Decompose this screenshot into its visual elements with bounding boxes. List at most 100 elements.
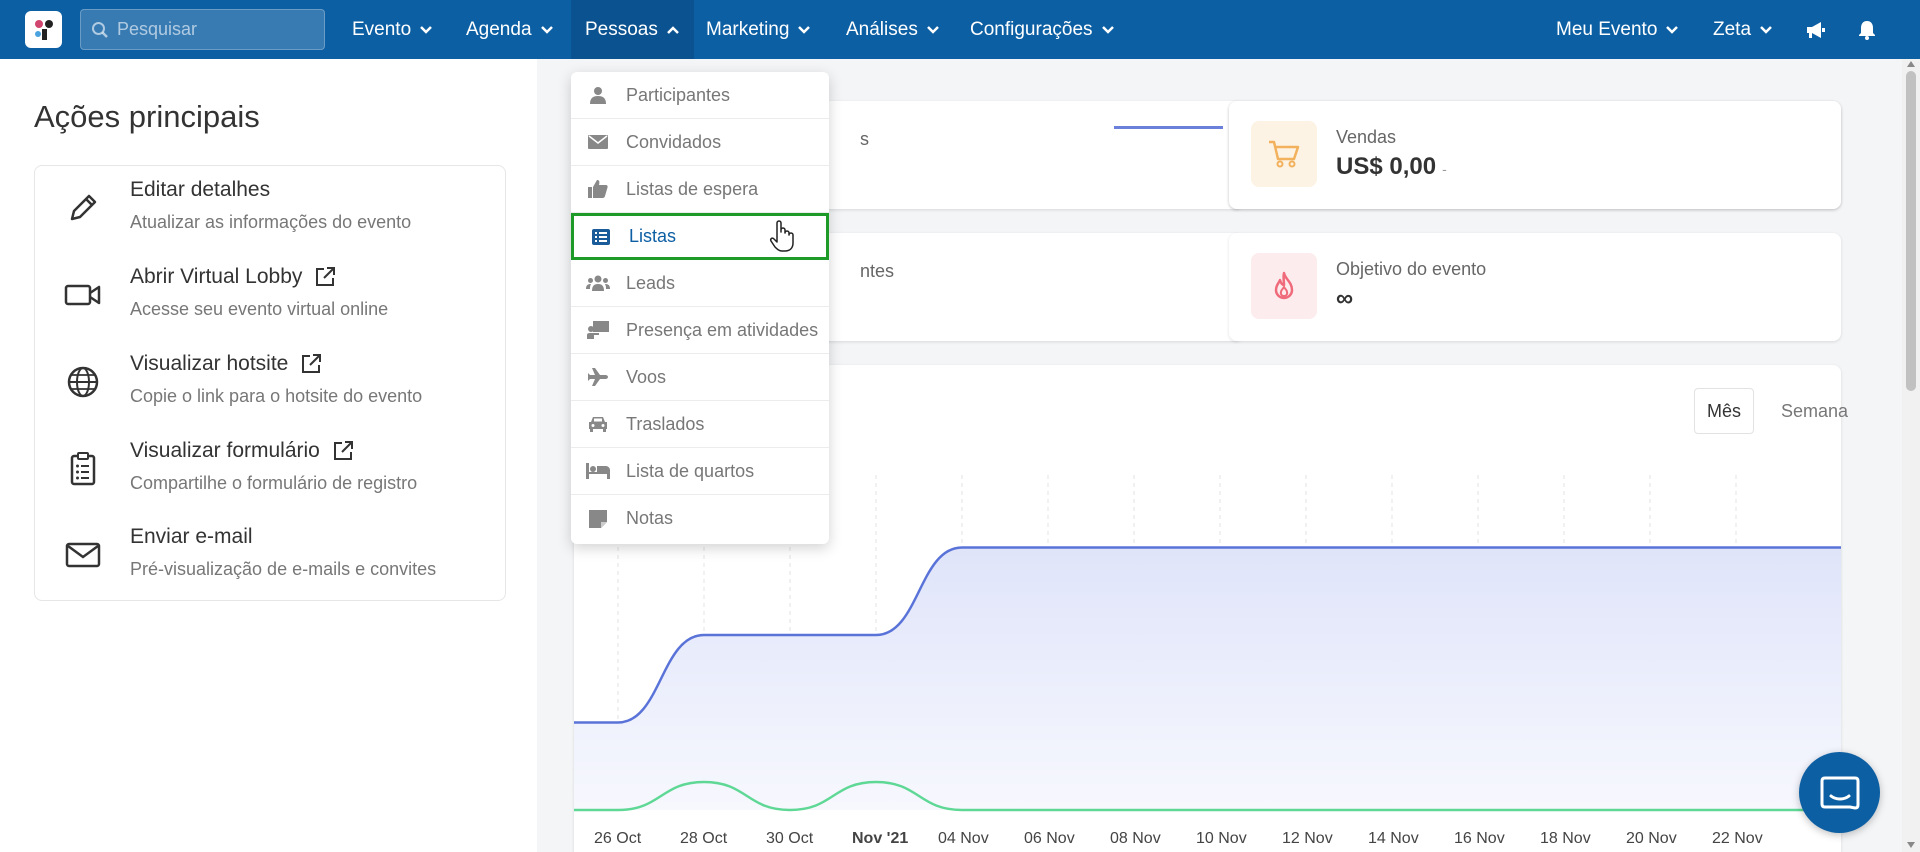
menu-item-label: Leads: [626, 272, 676, 293]
x-tick-label: 18 Nov: [1540, 830, 1591, 847]
nav-marketing-label: Marketing: [706, 18, 790, 40]
chevron-down-icon: [1665, 25, 1679, 35]
sales-delta: -: [1442, 161, 1447, 177]
action-title: Editar detalhes: [130, 178, 271, 201]
hand-cursor-icon: [769, 220, 795, 257]
external-link-icon: [300, 353, 322, 375]
scrollbar-thumb[interactable]: [1906, 71, 1916, 391]
page-scrollbar[interactable]: [1902, 59, 1920, 852]
nav-analises[interactable]: Análises: [832, 0, 954, 59]
menu-item-convidados[interactable]: Convidados: [571, 119, 829, 166]
x-tick-label: 08 Nov: [1110, 830, 1161, 847]
search-box[interactable]: [80, 9, 325, 50]
nav-zeta[interactable]: Zeta: [1699, 0, 1787, 59]
notifications-button[interactable]: [1843, 0, 1891, 59]
action-subtitle: Copie o link para o hotsite do evento: [130, 386, 423, 406]
stat-label: s: [860, 129, 869, 149]
chevron-down-icon: [1759, 25, 1773, 35]
app-logo[interactable]: [25, 11, 62, 48]
car-icon: [586, 416, 610, 432]
chevron-down-icon: [419, 25, 433, 35]
nav-pessoas[interactable]: Pessoas: [571, 0, 694, 59]
cart-icon: [1251, 121, 1317, 187]
action-title: Abrir Virtual Lobby: [130, 265, 303, 288]
nav-evento-label: Evento: [352, 18, 412, 40]
actions-list: Editar detalhes Atualizar as informações…: [34, 165, 506, 601]
menu-item-participantes[interactable]: Participantes: [571, 72, 829, 119]
stat-label: Vendas: [1336, 127, 1397, 147]
action-edit-details[interactable]: Editar detalhes Atualizar as informações…: [35, 166, 505, 252]
panel-title: Ações principais: [34, 99, 260, 134]
search-icon: [92, 21, 108, 38]
action-view-form[interactable]: Visualizar formulário Compartilhe o form…: [35, 427, 505, 513]
x-tick-label: 26 Oct: [594, 830, 642, 847]
announcements-button[interactable]: [1792, 0, 1840, 59]
pessoas-dropdown-menu: Participantes Convidados Listas de esper…: [571, 72, 829, 544]
action-subtitle: Compartilhe o formulário de registro: [130, 473, 418, 493]
x-tick-label: 06 Nov: [1024, 830, 1075, 847]
menu-item-listas-de-espera[interactable]: Listas de espera: [571, 166, 829, 213]
x-tick-label: 12 Nov: [1282, 830, 1333, 847]
action-open-virtual-lobby[interactable]: Abrir Virtual Lobby Acesse seu evento vi…: [35, 253, 505, 339]
nav-meu-evento-label: Meu Evento: [1556, 18, 1658, 40]
stat-card-goal: Objetivo do evento ∞: [1229, 233, 1841, 341]
menu-item-leads[interactable]: Leads: [571, 260, 829, 307]
menu-item-listas[interactable]: Listas: [571, 213, 829, 260]
menu-item-traslados[interactable]: Traslados: [571, 401, 829, 448]
chevron-down-icon: [797, 25, 811, 35]
x-tick-label: 22 Nov: [1712, 830, 1763, 847]
menu-item-voos[interactable]: Voos: [571, 354, 829, 401]
menu-item-notas[interactable]: Notas: [571, 495, 829, 542]
menu-item-label: Participantes: [626, 84, 731, 105]
chart-x-axis: 26 Oct 28 Oct 30 Oct Nov '21 04 Nov 06 Nov 08 …: [594, 830, 1763, 847]
action-subtitle: Acesse seu evento virtual online: [130, 299, 389, 319]
nav-meu-evento[interactable]: Meu Evento: [1542, 0, 1693, 59]
action-title: Enviar e-mail: [130, 525, 253, 548]
menu-item-presenca-em-atividades[interactable]: Presença em atividades: [571, 307, 829, 354]
menu-item-label: Voos: [626, 366, 667, 387]
nav-agenda[interactable]: Agenda: [452, 0, 568, 59]
stat-value: US$ 0,00-: [1336, 153, 1447, 181]
nav-marketing[interactable]: Marketing: [692, 0, 825, 59]
action-send-email[interactable]: Enviar e-mail Pré-visualização de e-mail…: [35, 513, 505, 599]
external-link-icon: [332, 440, 354, 462]
scroll-down-arrow[interactable]: [1907, 842, 1915, 848]
sparkline: [1114, 126, 1223, 129]
clipboard-icon: [63, 449, 103, 489]
menu-item-lista-de-quartos[interactable]: Lista de quartos: [571, 448, 829, 495]
pencil-icon: [63, 188, 103, 228]
stat-label: ntes: [860, 261, 895, 281]
menu-item-label: Convidados: [626, 131, 722, 152]
nav-configuracoes[interactable]: Configurações: [956, 0, 1129, 59]
nav-analises-label: Análises: [846, 18, 918, 40]
action-title: Visualizar hotsite: [130, 352, 289, 375]
globe-icon: [63, 362, 103, 402]
nav-pessoas-label: Pessoas: [585, 18, 658, 40]
video-camera-icon: [63, 275, 103, 315]
flame-icon: [1251, 253, 1317, 319]
list-icon: [589, 228, 613, 245]
scroll-up-arrow[interactable]: [1907, 61, 1915, 67]
chart-marks: [574, 546, 1841, 812]
thumbs-up-icon: [586, 179, 610, 199]
chat-icon: [1820, 776, 1859, 810]
user-icon: [586, 86, 610, 104]
x-tick-label: 28 Oct: [680, 830, 728, 847]
menu-item-label: Listas de espera: [626, 178, 759, 199]
nav-configuracoes-label: Configurações: [970, 18, 1093, 40]
x-tick-label: 16 Nov: [1454, 830, 1505, 847]
action-view-hotsite[interactable]: Visualizar hotsite Copie o link para o h…: [35, 340, 505, 426]
search-input[interactable]: [117, 19, 307, 40]
envelope-icon: [586, 134, 610, 150]
bed-icon: [586, 463, 610, 479]
nav-evento[interactable]: Evento: [338, 0, 447, 59]
presentation-icon: [586, 321, 610, 339]
x-tick-label: 20 Nov: [1626, 830, 1677, 847]
x-tick-label: 30 Oct: [766, 830, 814, 847]
action-title: Visualizar formulário: [130, 439, 320, 462]
chat-launcher-button[interactable]: [1799, 752, 1880, 833]
action-subtitle: Atualizar as informações do evento: [130, 212, 412, 232]
series-area-fill: [574, 547, 1841, 810]
top-navbar: Evento Agenda Pessoas Marketing Análises…: [0, 0, 1920, 59]
stat-label: Objetivo do evento: [1336, 259, 1487, 279]
